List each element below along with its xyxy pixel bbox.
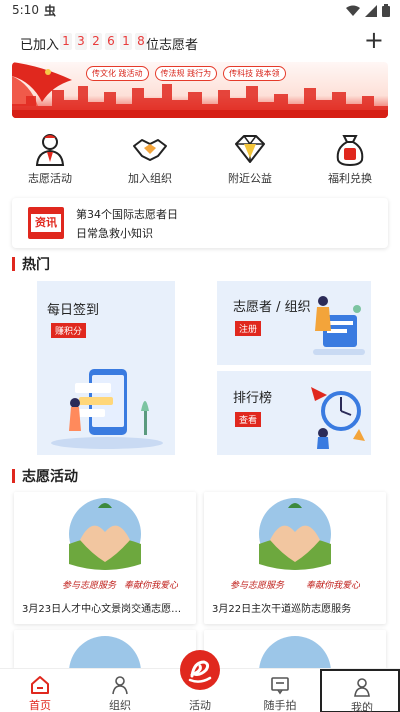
nav-mine[interactable]: 我的	[320, 669, 400, 712]
activity-card[interactable]	[204, 630, 386, 670]
quick-benefit-exchange[interactable]: 福利兑换	[300, 132, 400, 188]
count-prefix: 已加入	[20, 38, 60, 53]
ranking-card[interactable]: 排行榜 查看	[217, 371, 371, 455]
activity-slogan-left: 参与志愿服务	[62, 580, 117, 591]
home-icon	[31, 676, 49, 694]
city-skyline-graphic	[12, 84, 388, 118]
count-digit: 2	[90, 33, 102, 50]
activity-center-button[interactable]	[180, 650, 220, 690]
ranking-illustration	[311, 387, 365, 449]
activities-section-title: 志愿活动	[12, 466, 78, 486]
daily-checkin-card[interactable]: 每日签到 赚积分	[37, 281, 175, 455]
add-button[interactable]: +	[364, 28, 384, 52]
message-icon	[271, 677, 289, 695]
signal-icon	[365, 4, 377, 17]
count-suffix: 位志愿者	[146, 38, 199, 53]
handshake-icon	[133, 139, 167, 161]
quick-label: 福利兑换	[328, 172, 372, 185]
register-title: 志愿者 / 组织	[233, 300, 311, 315]
nav-label: 首页	[29, 699, 51, 712]
activity-image: 参与志愿服务 奉献你我爱心	[14, 492, 196, 592]
nav-label: 组织	[109, 699, 131, 712]
hot-section-title: 热门	[12, 254, 50, 274]
activity-image	[14, 630, 196, 670]
ranking-title: 排行榜	[233, 391, 273, 406]
activity-caption: 3月23日人才中心文景岗交通志愿服...	[22, 604, 190, 615]
register-tag: 注册	[235, 321, 262, 336]
activity-slogan-right: 奉献你我爱心	[306, 580, 361, 591]
activity-icon	[188, 660, 212, 683]
section-heading: 热门	[22, 257, 50, 273]
quick-label: 志愿活动	[28, 172, 72, 185]
quick-volunteer-activity[interactable]: 志愿活动	[0, 132, 100, 188]
count-digit: 1	[60, 33, 72, 50]
volunteer-count-header: 已加入 1 3 2 6 1 8 位志愿者 +	[0, 28, 400, 56]
ranking-tag: 查看	[235, 412, 262, 427]
count-digit: 1	[120, 33, 132, 50]
news-headline[interactable]: 日常急救小知识	[76, 225, 153, 241]
battery-icon	[382, 4, 390, 17]
quick-label: 加入组织	[128, 172, 172, 185]
news-card[interactable]: 资讯 第34个国际志愿者日 日常急救小知识	[12, 198, 388, 248]
phone-illustration	[51, 369, 163, 449]
quick-label: 附近公益	[228, 172, 272, 185]
nav-home[interactable]: 首页	[0, 669, 80, 712]
news-badge-label: 资讯	[31, 214, 61, 232]
nav-label: 我的	[351, 701, 373, 712]
activity-card[interactable]	[14, 630, 196, 670]
status-time: 5:10	[12, 3, 39, 17]
count-digits: 1 3 2 6 1 8	[60, 33, 147, 50]
status-bar: 5:10 虫	[0, 0, 400, 22]
nav-label: 随手拍	[263, 699, 297, 712]
section-marker	[12, 469, 15, 483]
checkin-title: 每日签到	[47, 303, 100, 318]
news-badge: 资讯	[28, 207, 64, 239]
quick-actions: 志愿活动 加入组织 附近公益 福利兑换	[0, 132, 400, 188]
count-digit: 6	[105, 33, 117, 50]
volunteer-icon	[35, 134, 65, 166]
checkin-tag: 赚积分	[51, 323, 87, 338]
nav-label: 活动	[189, 699, 211, 712]
person-icon	[112, 676, 128, 695]
section-heading: 志愿活动	[22, 469, 78, 485]
app-notification-icon: 虫	[44, 4, 57, 18]
activity-card[interactable]: 参与志愿服务 奉献你我爱心 3月22日主次干道巡防志愿服务	[204, 492, 386, 624]
status-indicators	[346, 4, 390, 17]
register-card[interactable]: 志愿者 / 组织 注册	[217, 281, 371, 365]
section-marker	[12, 257, 15, 271]
activity-card[interactable]: 参与志愿服务 奉献你我爱心 3月23日人才中心文景岗交通志愿服...	[14, 492, 196, 624]
news-headline[interactable]: 第34个国际志愿者日	[76, 206, 178, 222]
nav-snapshot[interactable]: 随手拍	[240, 669, 320, 712]
count-digit: 3	[75, 33, 87, 50]
activity-slogan-left: 参与志愿服务	[230, 580, 285, 591]
activity-image: 参与志愿服务 奉献你我爱心	[204, 492, 386, 592]
wifi-icon	[346, 5, 360, 16]
profile-icon	[354, 678, 370, 697]
nav-organization[interactable]: 组织	[80, 669, 160, 712]
activity-caption: 3月22日主次干道巡防志愿服务	[212, 604, 352, 615]
register-illustration	[313, 296, 365, 355]
quick-nearby-charity[interactable]: 附近公益	[200, 132, 300, 188]
activity-image	[204, 630, 386, 670]
diamond-icon	[235, 135, 265, 163]
promo-banner[interactable]: 传文化 践活动 传法规 践行为 传科技 践本领	[12, 62, 388, 118]
activity-slogan-right: 奉献你我爱心	[124, 580, 179, 591]
quick-join-organization[interactable]: 加入组织	[100, 132, 200, 188]
money-bag-icon	[336, 135, 364, 166]
